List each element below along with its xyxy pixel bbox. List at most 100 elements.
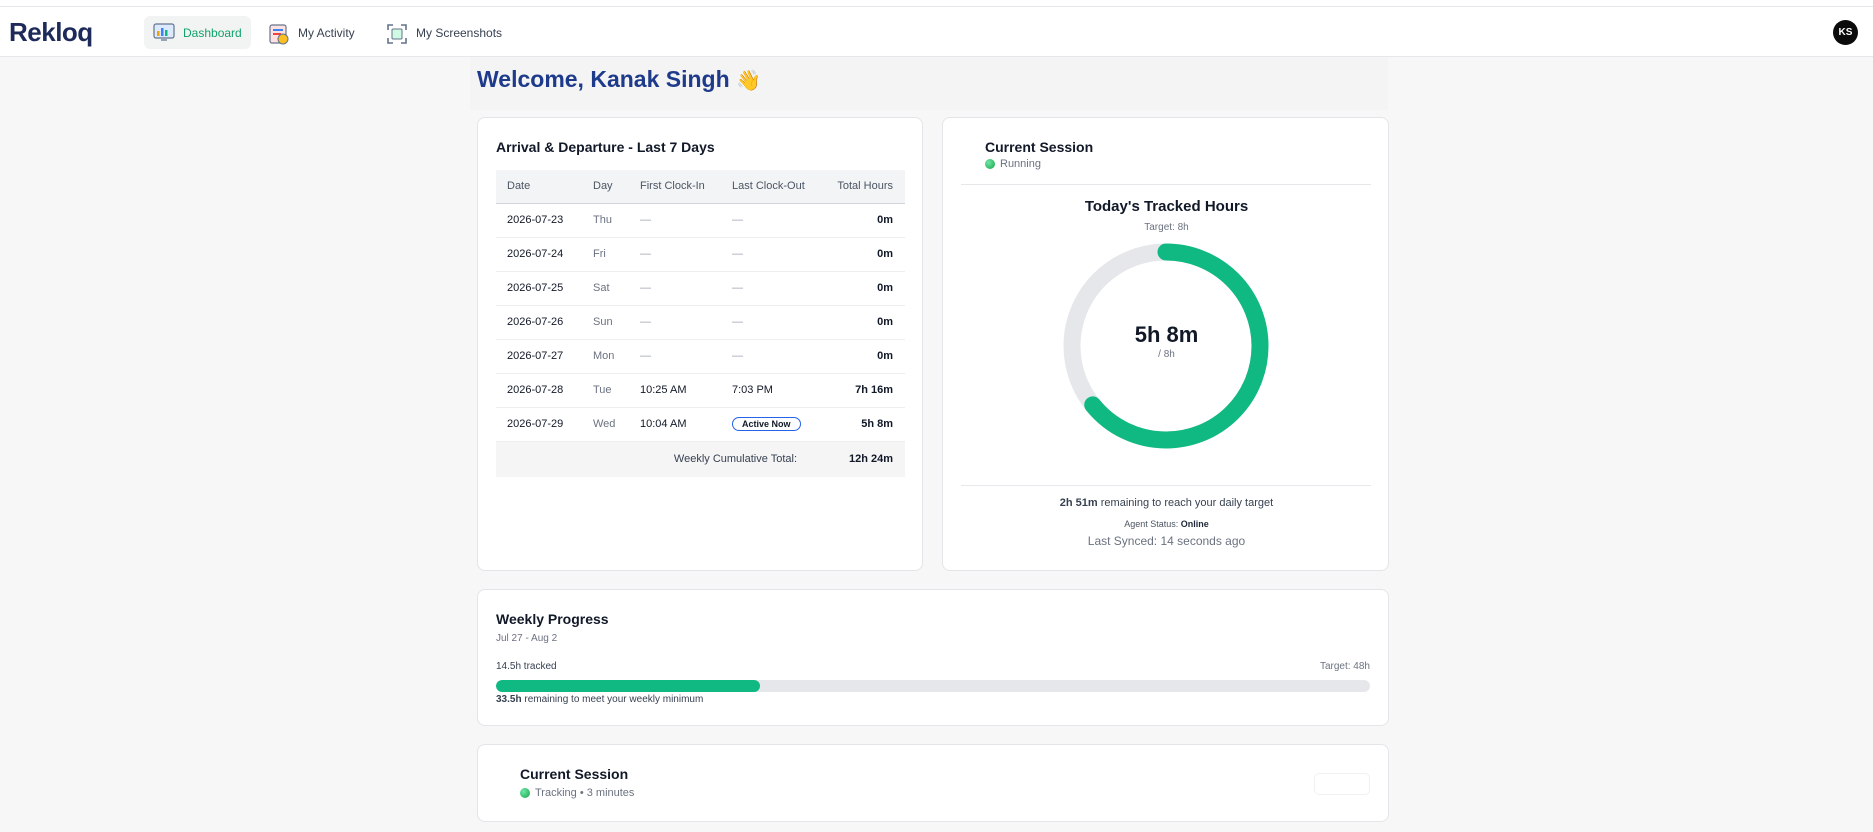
weekly-remaining: 33.5h remaining to meet your weekly mini… [496, 694, 703, 705]
weekly-progress-fill [496, 680, 760, 692]
weekly-total-row: Weekly Cumulative Total: 12h 24m [496, 441, 905, 477]
status-dot-icon [520, 788, 530, 799]
row-date: 2026-07-23 [496, 203, 582, 238]
row-date: 2026-07-25 [496, 271, 582, 306]
weekly-target: Target: 48h [1319, 661, 1370, 672]
nav-label-my-activity: My Activity [298, 25, 355, 40]
table-row: 2026-07-24 Fri — — 0m [496, 237, 905, 272]
current-session-tracking-card: Current Session Tracking • 3 minutes [477, 744, 1389, 822]
table-row: 2026-07-26 Sun — — 0m [496, 305, 905, 340]
daily-remaining-text: remaining to reach your daily target [1100, 497, 1274, 509]
row-total: 7h 16m [821, 373, 905, 408]
nav-item-my-screenshots[interactable]: My Screenshots [377, 16, 511, 49]
session2-status-text: Tracking • 3 minutes [535, 787, 635, 799]
row-day: Mon [582, 339, 629, 374]
nav-item-dashboard[interactable]: Dashboard [144, 16, 251, 49]
table-row: 2026-07-28 Tue 10:25 AM 7:03 PM 7h 16m [496, 373, 905, 408]
agent-status-label: Agent Status: [1124, 519, 1179, 529]
nav-item-my-activity[interactable]: My Activity [259, 16, 364, 49]
agent-status-value: Online [1180, 519, 1209, 529]
row-total: 0m [821, 271, 905, 306]
table-header-row: Date Day First Clock-In Last Clock-Out T… [496, 170, 905, 204]
table-row: 2026-07-27 Mon — — 0m [496, 339, 905, 374]
row-clock-out: Active Now [721, 407, 821, 442]
tracked-hours-title: Today's Tracked Hours [1084, 198, 1249, 215]
row-clock-out: — [721, 203, 821, 238]
app-logo[interactable]: Rekloq [9, 17, 93, 48]
row-clock-out: — [721, 305, 821, 340]
row-date: 2026-07-27 [496, 339, 582, 374]
welcome-text: Welcome, Kanak Singh [477, 66, 730, 92]
agent-status: Agent Status: Online [943, 519, 1390, 529]
table-row: 2026-07-29 Wed 10:04 AM Active Now 5h 8m [496, 407, 905, 442]
session-status-text: Running [1000, 158, 1041, 170]
row-day: Fri [582, 237, 629, 272]
tracked-value: 5h 8m [1134, 322, 1199, 347]
tracked-of: / 8h [1158, 349, 1175, 360]
weekly-progress-bar [496, 680, 1370, 692]
row-day: Sat [582, 271, 629, 306]
row-clock-out: — [721, 237, 821, 272]
row-total: 0m [821, 237, 905, 272]
status-dot-icon [985, 159, 995, 170]
top-navbar: Rekloq Dashboard My Activity My Screensh… [0, 7, 1873, 57]
row-total: 0m [821, 305, 905, 340]
weekly-remaining-text: remaining to meet your weekly minimum [524, 694, 704, 705]
screenshots-icon [386, 23, 408, 44]
current-session-card: Current Session Running Today's Tracked … [942, 117, 1389, 571]
row-clock-in: — [629, 271, 721, 306]
row-date: 2026-07-29 [496, 407, 582, 442]
row-day: Sun [582, 305, 629, 340]
logo-text: Rekloq [9, 17, 93, 47]
row-clock-in: — [629, 305, 721, 340]
row-date: 2026-07-26 [496, 305, 582, 340]
attendance-title: Arrival & Departure - Last 7 Days [496, 139, 715, 155]
weekly-range: Jul 27 - Aug 2 [496, 633, 558, 644]
row-day: Wed [582, 407, 629, 442]
col-first-clock-in: First Clock-In [629, 170, 721, 204]
row-clock-in: — [629, 339, 721, 374]
nav-label-dashboard: Dashboard [183, 25, 242, 40]
weekly-title: Weekly Progress [496, 611, 609, 627]
col-total-hours: Total Hours [821, 170, 905, 204]
row-clock-in: 10:25 AM [629, 373, 721, 408]
row-date: 2026-07-28 [496, 373, 582, 408]
attendance-table: Date Day First Clock-In Last Clock-Out T… [496, 170, 905, 477]
page-title: Welcome, Kanak Singh 👋 [477, 66, 761, 93]
row-day: Tue [582, 373, 629, 408]
row-clock-out: 7:03 PM [721, 373, 821, 408]
row-date: 2026-07-24 [496, 237, 582, 272]
top-strip [0, 0, 1873, 7]
weekly-tracked: 14.5h tracked [496, 661, 557, 672]
last-synced: Last Synced: 14 seconds ago [1087, 534, 1246, 548]
row-clock-in: — [629, 203, 721, 238]
row-total: 5h 8m [821, 407, 905, 442]
session-status: Running [985, 158, 1041, 170]
daily-remaining: 2h 51m remaining to reach your daily tar… [943, 497, 1390, 509]
daily-target: Target: 8h [1144, 222, 1189, 233]
weekly-total-value: 12h 24m [821, 441, 905, 477]
session2-status: Tracking • 3 minutes [520, 787, 634, 799]
active-now-badge: Active Now [732, 417, 801, 431]
divider [961, 485, 1371, 486]
row-clock-in: 10:04 AM [629, 407, 721, 442]
row-day: Thu [582, 203, 629, 238]
table-row: 2026-07-23 Thu — — 0m [496, 203, 905, 238]
avatar-initials: KS [1838, 27, 1853, 38]
weekly-total-label: Weekly Cumulative Total: [496, 441, 821, 477]
wave-icon: 👋 [736, 70, 761, 92]
session2-action-button[interactable] [1314, 773, 1370, 795]
row-clock-out: — [721, 339, 821, 374]
weekly-progress-card: Weekly Progress Jul 27 - Aug 2 14.5h tra… [477, 589, 1389, 726]
row-clock-out: — [721, 271, 821, 306]
col-date: Date [496, 170, 582, 204]
weekly-remaining-value: 33.5h [496, 694, 522, 705]
nav-label-my-screenshots: My Screenshots [416, 25, 503, 40]
row-total: 0m [821, 203, 905, 238]
col-last-clock-out: Last Clock-Out [721, 170, 821, 204]
user-avatar[interactable]: KS [1833, 20, 1858, 45]
activity-icon [268, 23, 290, 44]
attendance-card: Arrival & Departure - Last 7 Days Date D… [477, 117, 923, 571]
divider [961, 184, 1371, 185]
daily-remaining-value: 2h 51m [1059, 497, 1098, 509]
